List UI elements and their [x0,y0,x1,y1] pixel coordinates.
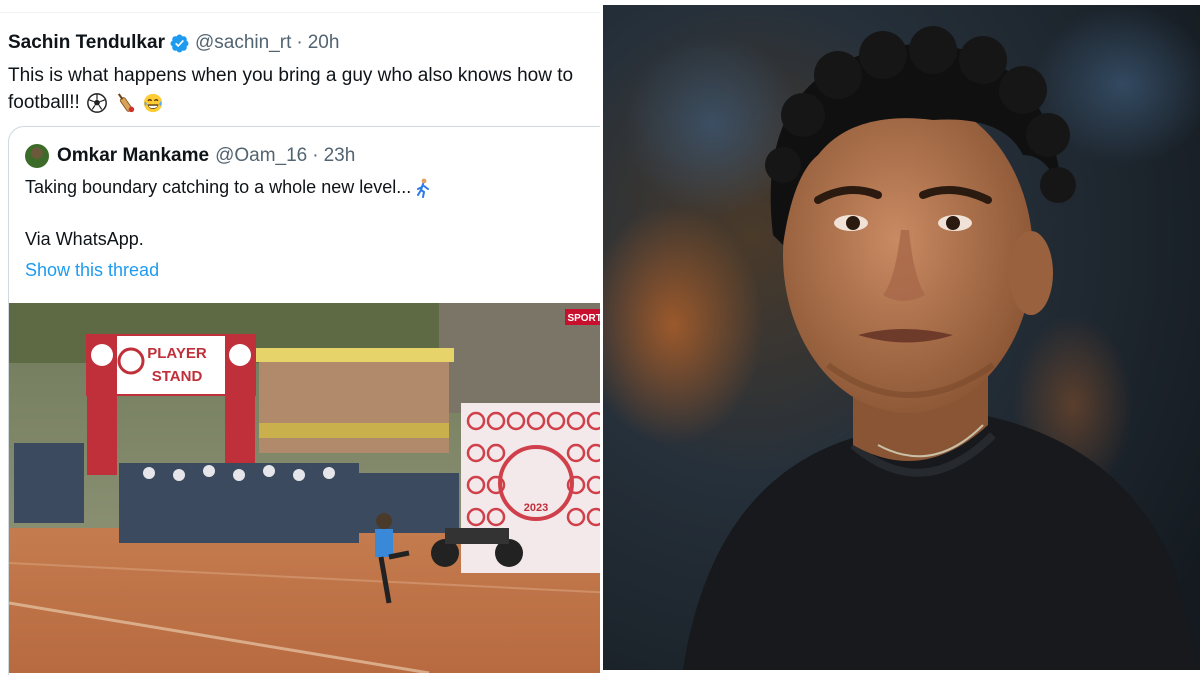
tweet-text-line2: football!! [8,92,80,113]
separator-dot: · [312,145,319,166]
quoted-tweet-card[interactable]: Omkar Mankame @Oam_16 · 23h Taking bound… [8,126,600,675]
tweet-text-line1: This is what happens when you bring a gu… [8,65,574,86]
show-thread-link[interactable]: Show this thread [25,260,159,281]
banner-text-stand: STAND [152,368,203,385]
tweet-header: Sachin Tendulkar @sachin_rt · 20h [8,30,339,56]
tweet-text: This is what happens when you bring a gu… [8,62,600,116]
author-handle[interactable]: @sachin_rt [195,32,291,54]
tweet-screenshot: Sachin Tendulkar @sachin_rt · 20h This i… [0,0,600,675]
quoted-text-line1: Taking boundary catching to a whole new … [25,177,412,197]
quoted-tweet-timestamp[interactable]: 23h [324,145,356,167]
person-running-icon [417,178,430,198]
cricket-ground-scene: PLAYER STAND 2023 SPOR [9,303,600,673]
quoted-text-line2: Via WhatsApp. [25,229,144,249]
portrait-photo [603,5,1200,670]
banner-text-player: PLAYER [147,345,207,362]
separator-dot: · [296,32,303,53]
quoted-tweet-header: Omkar Mankame @Oam_16 · 23h [25,143,355,169]
video-thumbnail[interactable]: PLAYER STAND 2023 SPOR [9,303,600,673]
quoted-author-name[interactable]: Omkar Mankame [57,145,209,167]
soccer-ball-icon [86,92,107,113]
quoted-text-line1-row: Taking boundary catching to a whole new … [25,177,432,198]
cricket-bat-icon [117,92,134,112]
divider [0,12,600,13]
sponsor-year: 2023 [524,502,548,514]
tears-of-joy-icon [143,93,162,112]
author-name[interactable]: Sachin Tendulkar [8,32,165,54]
watermark: SPORTS [567,313,600,324]
tweet-timestamp[interactable]: 20h [308,32,340,54]
verified-badge-icon [170,34,189,52]
avatar[interactable] [25,144,49,168]
portrait-illustration [603,5,1200,670]
quoted-author-handle[interactable]: @Oam_16 [215,145,307,167]
